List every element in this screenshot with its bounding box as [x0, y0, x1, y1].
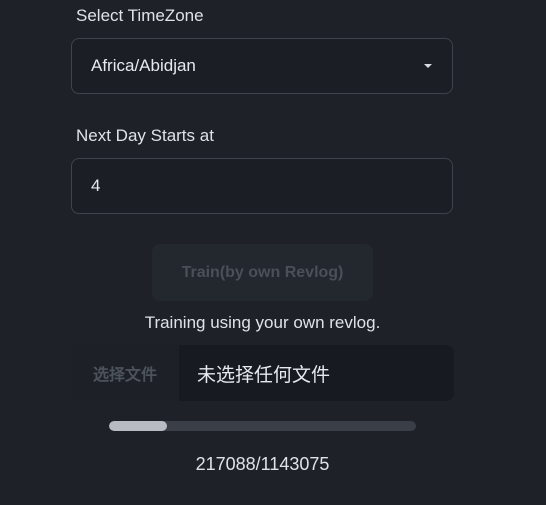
- progress-counter: 217088/1143075: [195, 454, 330, 474]
- next-day-value: 4: [91, 176, 101, 195]
- next-day-input[interactable]: 4: [71, 158, 453, 214]
- timezone-label: Select TimeZone: [76, 6, 204, 25]
- progress-fill: [109, 421, 168, 431]
- file-status: 未选择任何文件: [197, 364, 331, 386]
- choose-file-button[interactable]: 选择文件: [71, 345, 179, 401]
- progress-bar: [109, 421, 416, 431]
- dropdown-caret-icon: [424, 64, 432, 68]
- training-hint: Training using your own revlog.: [144, 313, 381, 332]
- train-button[interactable]: Train(by own Revlog): [152, 244, 373, 301]
- timezone-selected-value: Africa/Abidjan: [91, 56, 196, 75]
- next-day-label: Next Day Starts at: [76, 126, 214, 145]
- file-input[interactable]: 选择文件 未选择任何文件: [71, 345, 454, 401]
- timezone-select[interactable]: Africa/Abidjan: [71, 38, 453, 94]
